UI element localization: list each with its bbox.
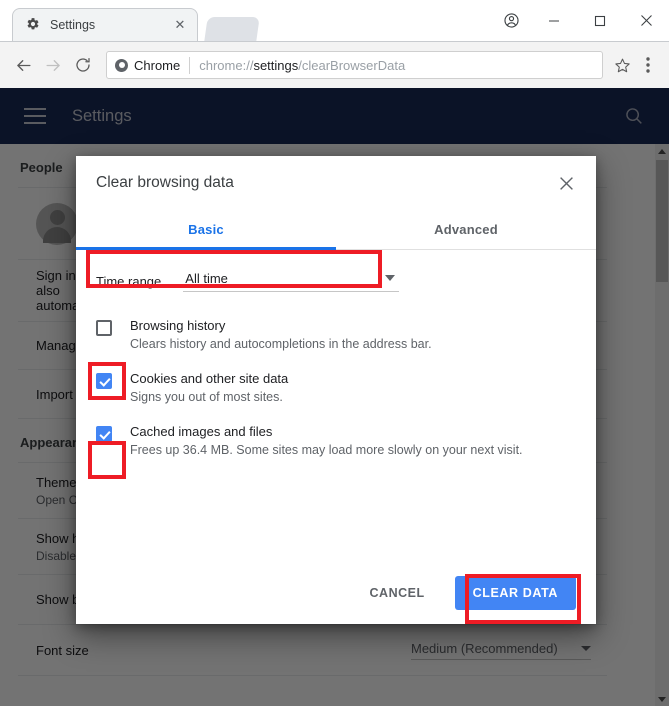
- new-tab-button[interactable]: [204, 17, 259, 41]
- tab-basic[interactable]: Basic: [76, 210, 336, 249]
- browser-menu-icon[interactable]: [635, 52, 661, 78]
- close-button[interactable]: [623, 5, 669, 37]
- close-icon[interactable]: [554, 171, 578, 195]
- profile-icon[interactable]: [491, 5, 531, 37]
- option-browsing-history[interactable]: Browsing history Clears history and auto…: [96, 318, 576, 353]
- option-subtitle: Signs you out of most sites.: [130, 390, 576, 406]
- time-range-row: Time range All time: [96, 262, 576, 300]
- time-range-value: All time: [185, 271, 228, 286]
- dialog-body: Time range All time Browsing history Cle…: [76, 250, 596, 624]
- dialog-actions: CANCEL CLEAR DATA: [358, 576, 576, 610]
- option-title: Cached images and files: [130, 424, 576, 440]
- browser-window: Settings ✕: [0, 0, 669, 706]
- browser-tab-settings[interactable]: Settings ✕: [12, 8, 198, 41]
- chrome-logo-icon: [115, 59, 128, 72]
- maximize-button[interactable]: [577, 5, 623, 37]
- dialog-tabs: Basic Advanced: [76, 210, 596, 250]
- window-controls: [491, 0, 669, 41]
- chevron-down-icon: [385, 275, 395, 281]
- back-icon[interactable]: [8, 50, 38, 80]
- title-bar: Settings ✕: [0, 0, 669, 41]
- option-cached-images-and-files[interactable]: Cached images and files Frees up 36.4 MB…: [96, 424, 576, 459]
- gear-icon: [25, 17, 41, 33]
- close-icon[interactable]: ✕: [171, 16, 189, 34]
- checkbox-browsing-history[interactable]: [96, 318, 130, 348]
- address-bar[interactable]: Chrome chrome://settings/clearBrowserDat…: [106, 51, 603, 79]
- tab-title: Settings: [50, 18, 171, 32]
- browser-toolbar: Chrome chrome://settings/clearBrowserDat…: [0, 41, 669, 88]
- tab-advanced[interactable]: Advanced: [336, 210, 596, 249]
- bookmark-star-icon[interactable]: [609, 52, 635, 78]
- time-range-label: Time range: [96, 274, 161, 289]
- cancel-button[interactable]: CANCEL: [358, 578, 437, 608]
- checkbox-cookies-and-site-data[interactable]: [96, 371, 130, 401]
- option-title: Browsing history: [130, 318, 576, 334]
- dialog-title: Clear browsing data: [96, 174, 554, 192]
- forward-icon: [38, 50, 68, 80]
- option-title: Cookies and other site data: [130, 371, 576, 387]
- dialog-header: Clear browsing data: [76, 156, 596, 210]
- divider: [189, 57, 190, 74]
- omnibox-url: chrome://settings/clearBrowserData: [199, 58, 405, 73]
- site-identity-badge: Chrome: [115, 58, 180, 73]
- reload-icon[interactable]: [68, 50, 98, 80]
- option-subtitle: Clears history and autocompletions in th…: [130, 337, 576, 353]
- checkbox-cached-images-and-files[interactable]: [96, 424, 130, 454]
- time-range-select[interactable]: All time: [183, 271, 399, 292]
- minimize-button[interactable]: [531, 5, 577, 37]
- option-cookies-and-site-data[interactable]: Cookies and other site data Signs you ou…: [96, 371, 576, 406]
- option-subtitle: Frees up 36.4 MB. Some sites may load mo…: [130, 443, 576, 459]
- clear-data-button[interactable]: CLEAR DATA: [455, 576, 576, 610]
- clear-browsing-data-dialog: Clear browsing data Basic Advanced Time …: [76, 156, 596, 624]
- omnibox-badge-label: Chrome: [134, 58, 180, 73]
